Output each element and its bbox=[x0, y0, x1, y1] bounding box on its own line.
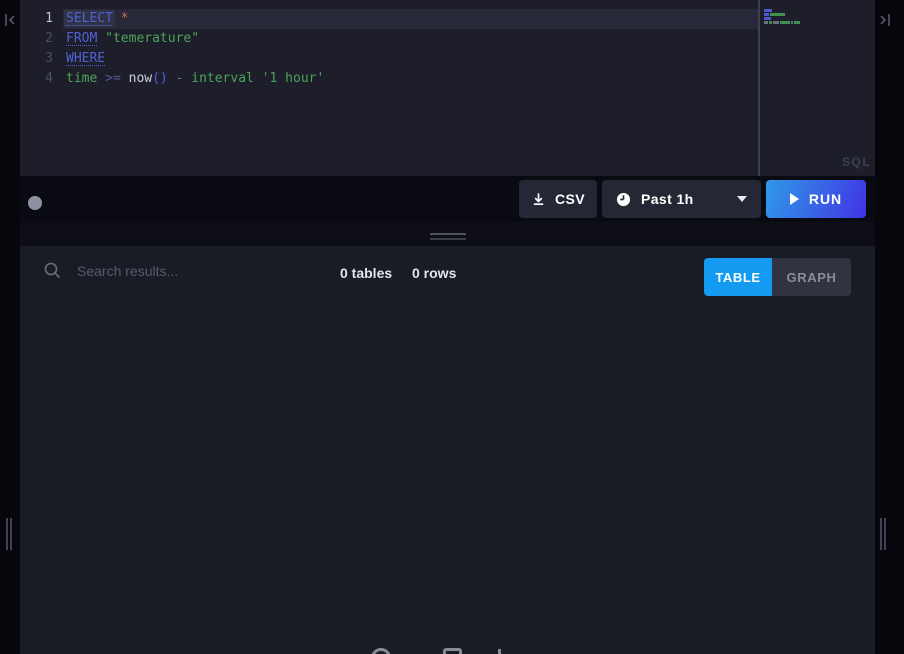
clock-icon bbox=[616, 192, 631, 207]
code-token: now bbox=[129, 71, 152, 86]
results-panel: 0 tables 0 rows TABLE GRAPH bbox=[20, 246, 875, 654]
panel-splitter[interactable] bbox=[20, 222, 875, 246]
query-toolbar: CSV Past 1h RUN bbox=[20, 176, 875, 222]
code-token bbox=[97, 31, 105, 46]
minimap-line bbox=[764, 9, 772, 12]
code-line-4[interactable]: 4 time >= now() - interval '1 hour' bbox=[20, 69, 758, 89]
code-text: WHERE bbox=[66, 49, 105, 69]
splitter-grip-icon[interactable] bbox=[430, 233, 466, 243]
time-range-dropdown[interactable]: Past 1h bbox=[602, 180, 761, 218]
line-number: 3 bbox=[20, 49, 53, 69]
code-token: WHERE bbox=[66, 51, 105, 66]
code-token: >= bbox=[105, 71, 121, 86]
search-icon bbox=[44, 262, 61, 279]
code-minimap[interactable] bbox=[764, 9, 824, 25]
download-icon bbox=[531, 192, 546, 207]
cutoff-circle-glyph bbox=[371, 648, 391, 654]
code-text: time >= now() - interval '1 hour' bbox=[66, 69, 324, 89]
code-token: () bbox=[152, 71, 168, 86]
view-toggle-group: TABLE GRAPH bbox=[704, 258, 851, 296]
code-token bbox=[168, 71, 176, 86]
collapse-left-icon[interactable] bbox=[3, 12, 17, 28]
right-drag-handle[interactable] bbox=[880, 518, 886, 550]
code-token: * bbox=[121, 11, 129, 26]
code-line-3[interactable]: 3 WHERE bbox=[20, 49, 758, 69]
minimap-divider bbox=[758, 0, 760, 176]
time-range-value: Past 1h bbox=[641, 191, 694, 207]
play-icon bbox=[790, 193, 799, 205]
cutoff-tick-glyph bbox=[498, 649, 501, 654]
code-line-1[interactable]: 1 SELECT * bbox=[20, 9, 758, 29]
code-text: FROM "temerature" bbox=[66, 29, 199, 49]
chevron-down-icon bbox=[737, 196, 747, 202]
code-token bbox=[97, 71, 105, 86]
csv-download-button[interactable]: CSV bbox=[519, 180, 597, 218]
code-token: time bbox=[66, 71, 97, 86]
tab-table-view[interactable]: TABLE bbox=[704, 258, 772, 296]
search-results-input[interactable] bbox=[77, 263, 287, 279]
minimap-line bbox=[764, 21, 800, 24]
csv-button-label: CSV bbox=[555, 191, 585, 207]
run-query-button[interactable]: RUN bbox=[766, 180, 866, 218]
left-panel-rail[interactable] bbox=[0, 0, 20, 654]
tab-graph-view[interactable]: GRAPH bbox=[772, 258, 851, 296]
code-token: SELECT bbox=[64, 10, 115, 27]
minimap-line bbox=[764, 13, 785, 16]
line-number: 4 bbox=[20, 69, 53, 89]
cutoff-square-glyph bbox=[443, 648, 462, 654]
rows-count: 0 rows bbox=[412, 262, 456, 284]
line-number: 1 bbox=[20, 9, 53, 29]
right-panel-rail[interactable] bbox=[875, 0, 904, 654]
code-line-2[interactable]: 2 FROM "temerature" bbox=[20, 29, 758, 49]
collapse-right-icon[interactable] bbox=[878, 12, 892, 28]
sql-code-editor[interactable]: 1 SELECT * 2 FROM "temerature" 3 WHERE 4… bbox=[20, 0, 875, 176]
tables-count: 0 tables bbox=[340, 262, 392, 284]
line-number: 2 bbox=[20, 29, 53, 49]
left-drag-handle[interactable] bbox=[6, 518, 12, 550]
language-badge: SQL bbox=[842, 155, 871, 169]
code-token: '1 hour' bbox=[262, 71, 325, 86]
code-token bbox=[113, 11, 121, 26]
status-indicator-dot bbox=[28, 196, 42, 210]
sql-explorer-window: 1 SELECT * 2 FROM "temerature" 3 WHERE 4… bbox=[0, 0, 904, 654]
code-text: SELECT * bbox=[66, 9, 129, 29]
run-button-label: RUN bbox=[809, 191, 842, 207]
code-token: interval bbox=[191, 71, 254, 86]
code-token: "temerature" bbox=[105, 31, 199, 46]
code-token bbox=[121, 71, 129, 86]
results-search bbox=[44, 262, 287, 279]
code-token: FROM bbox=[66, 31, 97, 46]
code-token bbox=[254, 71, 262, 86]
minimap-line bbox=[764, 17, 771, 20]
